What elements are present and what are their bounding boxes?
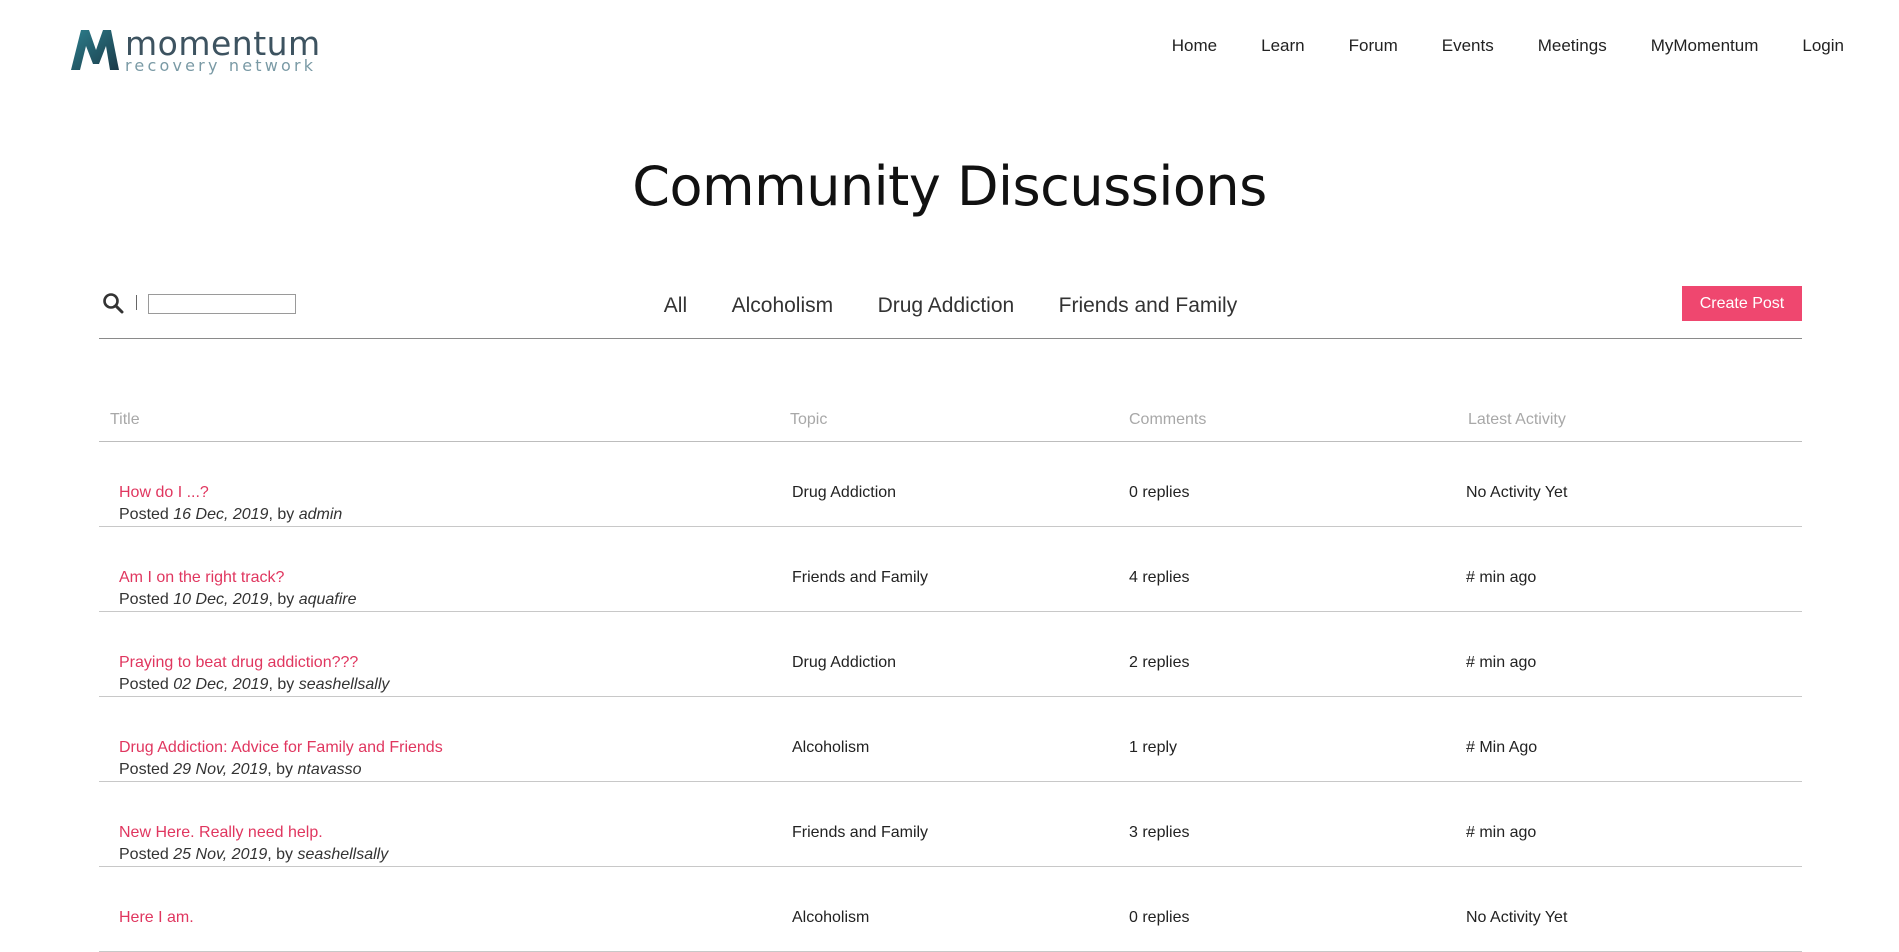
posted-label: Posted [119,676,169,693]
post-latest-activity: No Activity Yet [1466,484,1568,501]
nav-forum[interactable]: Forum [1349,36,1398,56]
column-header-title[interactable]: Title [110,411,140,429]
post-comments: 3 replies [1129,824,1190,841]
nav-learn[interactable]: Learn [1261,36,1304,56]
filter-tab-alcoholism[interactable]: Alcoholism [732,294,834,318]
post-comments: 4 replies [1129,569,1190,586]
column-header-comments[interactable]: Comments [1129,411,1206,429]
post-latest-activity: # min ago [1466,824,1537,841]
nav-meetings[interactable]: Meetings [1538,36,1607,56]
post-author[interactable]: aquafire [299,591,357,608]
post-comments: 1 reply [1129,739,1178,756]
post-title-link[interactable]: New Here. Really need help. [119,824,323,842]
table-row: How do I ...? Posted 16 Dec, 2019, by ad… [99,442,1802,527]
table-row: New Here. Really need help. Posted 25 No… [99,782,1802,867]
post-topic: Alcoholism [792,909,870,926]
column-header-topic[interactable]: Topic [790,411,827,429]
post-title-link[interactable]: Here I am. [119,909,194,927]
table-row: Praying to beat drug addiction??? Posted… [99,612,1802,697]
post-meta: Posted 16 Dec, 2019, by admin [119,506,342,524]
column-header-latest-activity[interactable]: Latest Activity [1468,411,1566,429]
post-title-link[interactable]: Praying to beat drug addiction??? [119,654,358,672]
search-icon[interactable] [102,292,124,314]
post-latest-activity: No Activity Yet [1466,909,1568,926]
table-header: Title Topic Comments Latest Activity [99,400,1802,442]
logo[interactable]: momentum recovery network [69,26,321,76]
nav-home[interactable]: Home [1172,36,1217,56]
post-date: 02 Dec, 2019 [173,676,269,693]
post-comments: 0 replies [1129,484,1190,501]
post-topic: Alcoholism [792,739,870,756]
site-header: momentum recovery network Home Learn For… [0,0,1899,100]
table-row: Drug Addiction: Advice for Family and Fr… [99,697,1802,782]
search-input[interactable] [148,294,296,314]
post-topic: Friends and Family [792,569,929,586]
posted-label: Posted [119,846,169,863]
post-date: 10 Dec, 2019 [173,591,269,608]
by-label: , by [267,761,294,778]
post-author[interactable]: seashellsally [298,846,389,863]
nav-login[interactable]: Login [1802,36,1844,56]
post-latest-activity: # min ago [1466,654,1537,671]
page-title: Community Discussions [632,155,1267,218]
filter-tab-drug-addiction[interactable]: Drug Addiction [878,294,1015,318]
post-title-link[interactable]: Drug Addiction: Advice for Family and Fr… [119,739,443,757]
table-row: Here I am. Alcoholism 0 replies No Activ… [99,867,1802,952]
post-topic: Drug Addiction [792,484,897,501]
posted-label: Posted [119,761,169,778]
topic-filter-tabs: All Alcoholism Drug Addiction Friends an… [99,294,1802,318]
search-divider [136,295,137,310]
by-label: , by [268,506,295,523]
discussions-table: Title Topic Comments Latest Activity How… [99,400,1802,952]
main-nav: Home Learn Forum Events Meetings MyMomen… [1128,36,1844,56]
post-topic: Friends and Family [792,824,929,841]
post-date: 16 Dec, 2019 [173,506,269,523]
posted-label: Posted [119,591,169,608]
filter-tab-friends-and-family[interactable]: Friends and Family [1059,294,1238,318]
post-topic: Drug Addiction [792,654,897,671]
post-comments: 2 replies [1129,654,1190,671]
posted-label: Posted [119,506,169,523]
brand-tagline: recovery network [125,56,317,75]
post-author[interactable]: admin [299,506,343,523]
post-meta: Posted 25 Nov, 2019, by seashellsally [119,846,388,864]
post-latest-activity: # Min Ago [1466,739,1538,756]
nav-events[interactable]: Events [1442,36,1494,56]
post-meta: Posted 29 Nov, 2019, by ntavasso [119,761,362,779]
post-latest-activity: # min ago [1466,569,1537,586]
post-date: 25 Nov, 2019 [173,846,268,863]
by-label: , by [268,591,295,608]
table-row: Am I on the right track? Posted 10 Dec, … [99,527,1802,612]
post-date: 29 Nov, 2019 [173,761,268,778]
post-meta: Posted 02 Dec, 2019, by seashellsally [119,676,389,694]
post-author[interactable]: ntavasso [298,761,362,778]
create-post-button[interactable]: Create Post [1682,286,1802,321]
post-title-link[interactable]: How do I ...? [119,484,209,502]
logo-mark-icon [71,30,119,70]
by-label: , by [268,676,295,693]
post-author[interactable]: seashellsally [299,676,390,693]
by-label: , by [267,846,294,863]
forum-toolbar: All Alcoholism Drug Addiction Friends an… [99,286,1802,339]
filter-tab-all[interactable]: All [664,294,687,318]
post-title-link[interactable]: Am I on the right track? [119,569,284,587]
post-meta: Posted 10 Dec, 2019, by aquafire [119,591,357,609]
nav-mymomentum[interactable]: MyMomentum [1651,36,1759,56]
post-comments: 0 replies [1129,909,1190,926]
